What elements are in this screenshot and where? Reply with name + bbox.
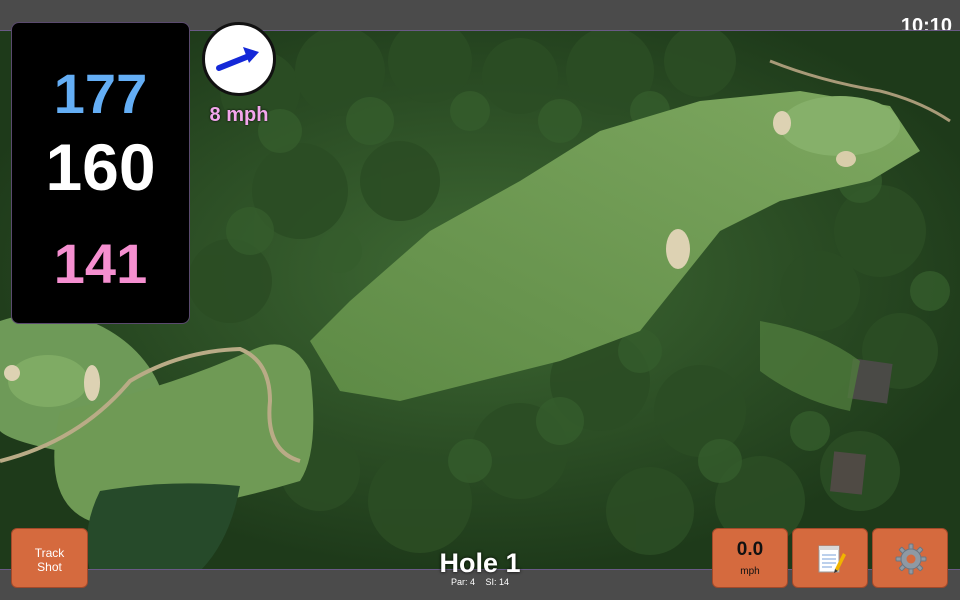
distance-middle: 160 <box>45 130 156 204</box>
speed-value: 0.0 <box>736 539 764 560</box>
notes-button[interactable] <box>792 528 868 588</box>
hole-title: Hole 1 <box>439 548 521 578</box>
hole-stroke-index: SI: 14 <box>485 577 510 587</box>
distance-panel: 177 160 141 <box>11 22 190 324</box>
hole-par: Par: 4 <box>450 577 475 587</box>
wind-arrow-icon <box>216 47 259 71</box>
notepad-icon <box>818 545 846 573</box>
track-shot-label: Track Shot <box>34 546 65 574</box>
distance-back: 177 <box>53 62 148 125</box>
hole-meta: Par: 4 SI: 14 <box>380 577 580 587</box>
gear-icon <box>895 543 927 575</box>
speed-button[interactable]: 0.0 mph <box>712 528 788 588</box>
wind-compass <box>202 22 276 96</box>
distance-front: 141 <box>53 232 148 295</box>
track-shot-button[interactable]: Track Shot <box>11 528 88 588</box>
settings-button[interactable] <box>872 528 948 588</box>
speed-unit: mph <box>740 566 760 577</box>
wind-speed: 8 mph <box>209 104 269 126</box>
